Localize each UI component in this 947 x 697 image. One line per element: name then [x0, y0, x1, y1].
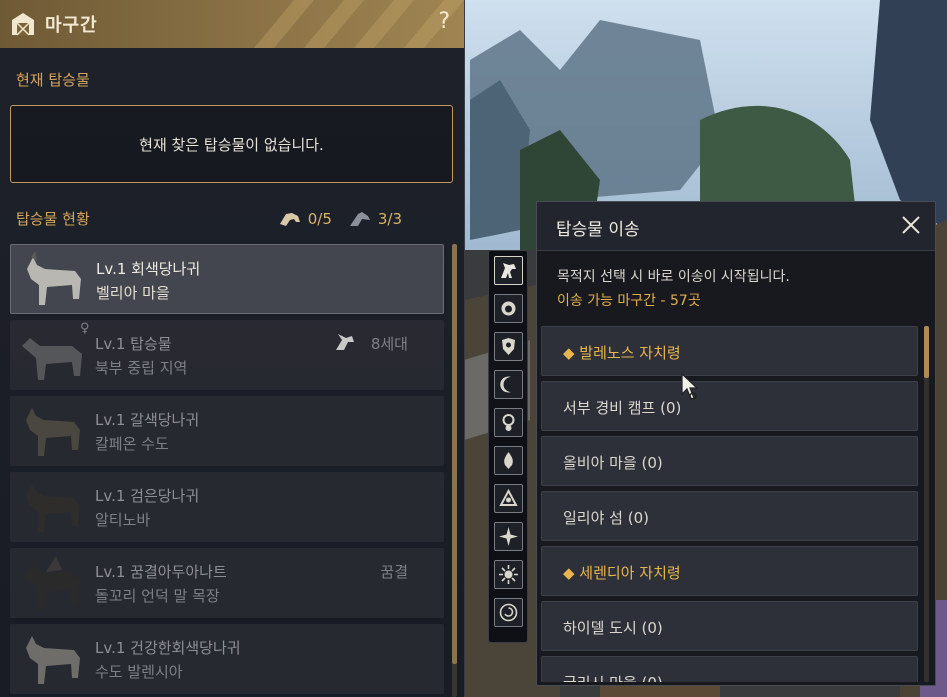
total-count: 3/3 [377, 210, 402, 228]
current-mount-box: 현재 찾은 탑승물이 없습니다. [10, 105, 453, 183]
category-star-sun-icon[interactable] [494, 522, 523, 551]
mount-location: 북부 중립 지역 [95, 359, 188, 377]
mount-name: Lv.1 탑승물 [95, 335, 172, 353]
mount-counts: 0/5 3/3 [278, 210, 402, 228]
mount-list-scrollbar[interactable] [452, 244, 457, 697]
mount-location: 벨리아 마을 [96, 284, 170, 302]
help-button[interactable]: ? [438, 9, 450, 34]
category-lion-icon[interactable] [494, 294, 523, 323]
mouse-cursor-icon [681, 372, 699, 400]
category-shield-emblem-icon[interactable] [494, 332, 523, 361]
destination-list-scrollbar[interactable] [924, 326, 929, 682]
current-mount-label: 현재 탑승물 [16, 71, 90, 89]
mount-name: Lv.1 꿈결아두아나트 [95, 563, 227, 581]
pegasus-generation-icon [336, 334, 354, 350]
destination-item[interactable]: 하이델 도시 (0) [541, 601, 918, 651]
stable-panel-title: 마구간 [45, 15, 98, 36]
category-orb-emblem-icon[interactable] [494, 408, 523, 437]
mount-status-label: 탑승물 현황 [16, 210, 90, 228]
scrollbar-thumb[interactable] [452, 244, 457, 664]
donkey-portrait-icon [26, 484, 80, 532]
donkey-portrait-icon [26, 636, 80, 684]
available-stables-count: 이송 가능 마구간 - 57곳 [557, 293, 701, 309]
destination-item[interactable]: 서부 경비 캠프 (0) [541, 381, 918, 431]
category-spiral-emblem-icon[interactable] [494, 598, 523, 627]
donkey-portrait-icon [26, 408, 80, 456]
mount-transport-popup: 탑승물 이송 목적지 선택 시 바로 이송이 시작됩니다. 이송 가능 마구간 … [536, 201, 936, 686]
mount-generation: 8세대 [370, 335, 408, 353]
mount-location: 돌꼬리 언덕 말 목장 [95, 587, 220, 605]
mount-card[interactable]: Lv.1 회색당나귀 벨리아 마을 [10, 244, 444, 314]
destination-list: ◆ 발레노스 자치령 서부 경비 캠프 (0) 올비아 마을 (0) 일리야 섬… [541, 326, 921, 682]
popup-title: 탑승물 이송 [556, 220, 640, 240]
mount-name: Lv.1 회색당나귀 [96, 260, 201, 278]
destination-label: ◆ 세렌디아 자치령 [563, 564, 681, 582]
mount-location: 수도 발렌시아 [95, 663, 183, 681]
mount-name: Lv.1 검은당나귀 [95, 487, 200, 505]
region-header-serendia[interactable]: ◆ 세렌디아 자치령 [541, 546, 918, 596]
category-flame-emblem-icon[interactable] [494, 446, 523, 475]
close-icon[interactable] [901, 215, 921, 235]
donkey-portrait-icon [27, 251, 81, 305]
horse-portrait-icon [22, 338, 82, 380]
mount-type-label: 꿈결 [380, 563, 408, 581]
mount-card[interactable]: Lv.1 갈색당나귀 칼페온 수도 [10, 396, 444, 466]
stable-category-bar [488, 250, 528, 643]
mount-name: Lv.1 건강한회색당나귀 [95, 639, 241, 657]
horse-count-icon [279, 213, 300, 226]
mount-card[interactable]: Lv.1 건강한회색당나귀 수도 발렌시아 [10, 624, 444, 694]
mount-card[interactable]: ♀ Lv.1 탑승물 북부 중립 지역 8세대 [10, 320, 444, 390]
mount-total-icon [349, 212, 370, 226]
scrollbar-thumb[interactable] [924, 326, 929, 378]
category-burst-sun-icon[interactable] [494, 560, 523, 589]
horse-count: 0/5 [307, 210, 332, 228]
header-pattern-decoration [254, 0, 464, 48]
stable-panel: 마구간 ? 현재 탑승물 현재 찾은 탑승물이 없습니다. 탑승물 현황 0/5… [0, 0, 465, 697]
mount-name: Lv.1 갈색당나귀 [95, 411, 200, 429]
mount-location: 알티노바 [95, 511, 151, 529]
destination-label: 글리시 마을 (0) [563, 672, 663, 682]
category-triangle-knot-icon[interactable] [494, 484, 523, 513]
mount-card[interactable]: Lv.1 꿈결아두아나트 돌꼬리 언덕 말 목장 꿈결 [10, 548, 444, 618]
popup-description: 목적지 선택 시 바로 이송이 시작됩니다. [557, 269, 790, 285]
destination-item[interactable]: 올비아 마을 (0) [541, 436, 918, 486]
region-header-balenos[interactable]: ◆ 발레노스 자치령 [541, 326, 918, 376]
destination-item[interactable]: 일리야 섬 (0) [541, 491, 918, 541]
mount-location: 칼페온 수도 [95, 435, 169, 453]
destination-item[interactable]: 글리시 마을 (0) [541, 656, 918, 682]
destination-label: ◆ 발레노스 자치령 [563, 344, 681, 362]
mount-card[interactable]: Lv.1 검은당나귀 알티노바 [10, 472, 444, 542]
barn-icon [12, 13, 34, 36]
dream-horse-portrait-icon [24, 556, 80, 610]
destination-label: 하이델 도시 (0) [563, 619, 663, 637]
destination-label: 올비아 마을 (0) [563, 454, 663, 472]
destination-label: 일리야 섬 (0) [563, 509, 649, 527]
category-horse-icon[interactable] [494, 256, 523, 285]
category-crescent-icon[interactable] [494, 370, 523, 399]
stable-panel-header: 마구간 ? [0, 0, 464, 48]
destination-label: 서부 경비 캠프 (0) [563, 399, 682, 417]
gender-female-icon: ♀ [80, 321, 90, 336]
popup-header: 탑승물 이송 [537, 202, 935, 251]
